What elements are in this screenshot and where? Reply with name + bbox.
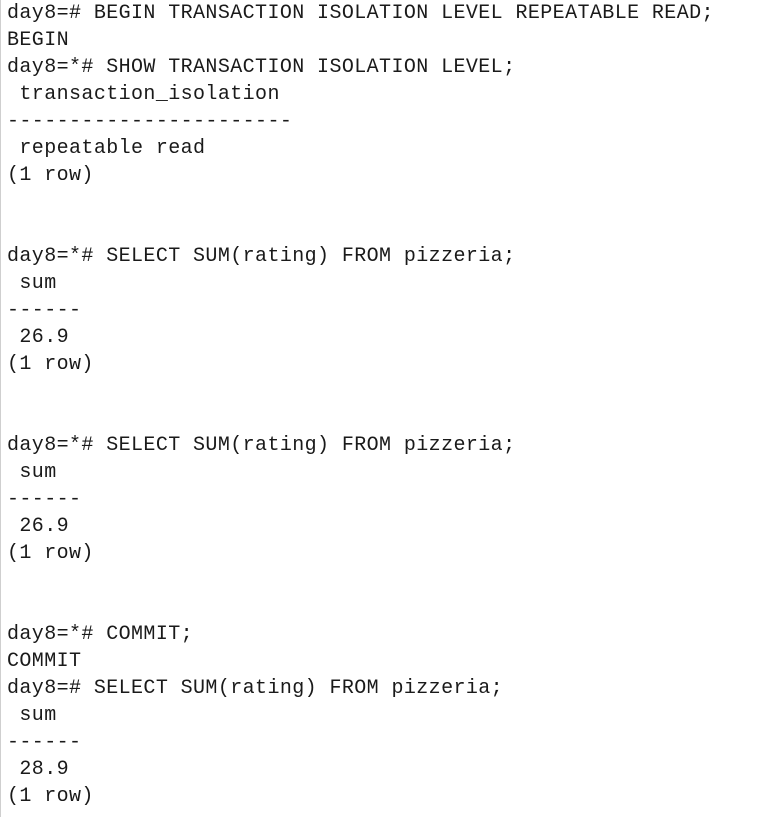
column-header: sum xyxy=(7,272,57,295)
command-line: day8=*# SHOW TRANSACTION ISOLATION LEVEL… xyxy=(7,56,516,79)
separator-line: ----------------------- xyxy=(7,110,293,133)
result-value: 28.9 xyxy=(7,758,70,781)
column-header: transaction_isolation xyxy=(7,83,280,106)
separator-line: ------ xyxy=(7,731,82,754)
result-value: 26.9 xyxy=(7,326,70,349)
row-count: (1 row) xyxy=(7,164,94,187)
output-line: BEGIN xyxy=(7,29,70,52)
row-count: (1 row) xyxy=(7,542,94,565)
command-line: day8=*# COMMIT; xyxy=(7,623,194,646)
result-value: 26.9 xyxy=(7,515,70,538)
command-line: day8=*# SELECT SUM(rating) FROM pizzeria… xyxy=(7,245,516,268)
command-line: day8=*# SELECT SUM(rating) FROM pizzeria… xyxy=(7,434,516,457)
result-value: repeatable read xyxy=(7,137,206,160)
row-count: (1 row) xyxy=(7,785,94,808)
terminal-output: day8=# BEGIN TRANSACTION ISOLATION LEVEL… xyxy=(0,0,757,817)
separator-line: ------ xyxy=(7,299,82,322)
row-count: (1 row) xyxy=(7,353,94,376)
column-header: sum xyxy=(7,461,57,484)
output-line: COMMIT xyxy=(7,650,82,673)
separator-line: ------ xyxy=(7,488,82,511)
command-line: day8=# BEGIN TRANSACTION ISOLATION LEVEL… xyxy=(7,2,714,25)
command-line: day8=# SELECT SUM(rating) FROM pizzeria; xyxy=(7,677,504,700)
column-header: sum xyxy=(7,704,57,727)
